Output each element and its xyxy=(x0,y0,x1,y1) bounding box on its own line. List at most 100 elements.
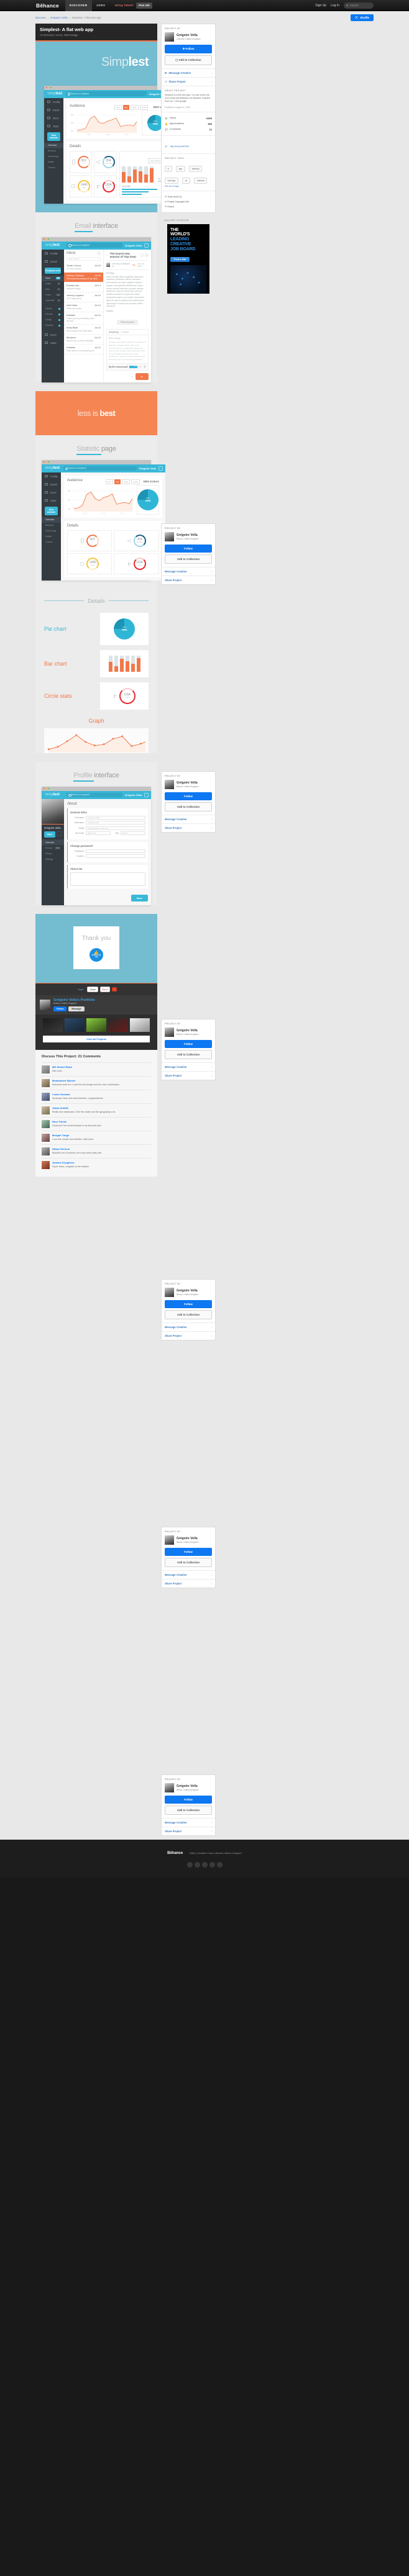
follow-button[interactable]: Follow xyxy=(165,792,212,800)
inbox-search-input[interactable]: Search inbox xyxy=(67,256,101,261)
add-to-collection-button[interactable]: ▢ Add to Collection xyxy=(165,55,212,65)
message-creative-link[interactable]: Message Creative › xyxy=(162,1570,215,1579)
minimize-dot-icon[interactable] xyxy=(48,87,50,88)
nav-tab-discover[interactable]: DISCOVER xyxy=(65,0,92,11)
range-selector[interactable]: hour day week month xyxy=(114,104,149,110)
reply-textarea[interactable]: Hello Jeremy, Tempore quo primis auspici… xyxy=(107,335,148,363)
field-email[interactable]: Email hello@gregoire-vella.com xyxy=(70,826,145,830)
stat-nav-email[interactable]: Email xyxy=(42,481,61,489)
app-nav-email[interactable]: Email xyxy=(44,106,63,114)
stat-nav-docs[interactable]: Docs xyxy=(42,489,61,497)
follow-button[interactable]: Follow xyxy=(165,544,212,553)
stat-subnav-custom[interactable]: Custom xyxy=(42,540,61,545)
thumbnail[interactable] xyxy=(86,1018,106,1033)
post-job-button[interactable]: Post Job xyxy=(136,2,152,9)
comment-author[interactable]: Nitzan Hermon xyxy=(52,1147,102,1150)
tab-forward[interactable]: Forward xyxy=(121,331,129,333)
avatar[interactable] xyxy=(42,1106,50,1115)
tab-answering[interactable]: Answering xyxy=(109,331,119,333)
short-link[interactable]: http://bit.ly/15HP54C xyxy=(170,145,190,148)
share-project-link[interactable]: Share Project › xyxy=(162,575,215,584)
label-family[interactable]: Family xyxy=(42,317,64,323)
save-button[interactable]: Save xyxy=(131,894,148,902)
avatar[interactable] xyxy=(42,1161,50,1170)
stat-subnav-overview[interactable]: Overview xyxy=(42,517,61,523)
tag-webapp[interactable]: web app xyxy=(165,177,178,184)
breadcrumb-item-discover[interactable]: Discover xyxy=(35,16,46,19)
message-creative-link[interactable]: Message Creative › xyxy=(162,814,215,823)
app-nav-stats[interactable]: Stats xyxy=(44,122,63,130)
facebook-icon[interactable] xyxy=(186,1861,193,1868)
stat-subnav-technology[interactable]: Technology xyxy=(42,528,61,534)
avatar[interactable] xyxy=(165,1027,174,1037)
owner-name[interactable]: Grégoire Vella xyxy=(177,1289,198,1293)
field-username[interactable]: Username Gregoirevella xyxy=(70,821,145,825)
avatar[interactable] xyxy=(42,1065,50,1074)
range-month[interactable]: month xyxy=(139,104,149,110)
star-icon[interactable]: ☆ xyxy=(106,253,109,256)
chevron-down-icon[interactable] xyxy=(97,251,101,255)
close-dot-icon[interactable] xyxy=(44,788,45,790)
share-project-link[interactable]: Share Project › xyxy=(162,1070,215,1080)
profile-nav-photos[interactable]: Photos xyxy=(42,851,64,856)
avatar[interactable] xyxy=(165,1287,174,1297)
avatar[interactable] xyxy=(165,32,174,42)
share-project-link[interactable]: Share Project › xyxy=(162,1826,215,1835)
plus-icon[interactable]: + xyxy=(112,987,117,992)
thumbnail[interactable] xyxy=(130,1018,150,1033)
add-to-collection-button[interactable]: Add to Collection xyxy=(165,1049,212,1059)
avatar[interactable] xyxy=(165,1783,174,1792)
twitter-icon[interactable] xyxy=(194,1861,200,1868)
stat-subnav-behavior[interactable]: Behavior xyxy=(42,523,61,528)
range-day[interactable]: day xyxy=(114,479,121,484)
gear-icon[interactable] xyxy=(144,243,149,248)
message-row[interactable]: Noël Vella Jul 13 Personal resume xyxy=(64,302,103,312)
app-subnav-behavior[interactable]: Behavior xyxy=(44,148,63,154)
ad-post-job-button[interactable]: Post a Job xyxy=(170,256,190,262)
add-to-collection-button[interactable]: Add to Collection xyxy=(165,1309,212,1319)
label-friends[interactable]: Friends xyxy=(42,312,64,317)
avatar[interactable] xyxy=(42,1147,50,1156)
message-row[interactable]: Behance Jul 12 Raj sent you a direct messa… xyxy=(64,335,103,345)
share-project-link[interactable]: Share Project › xyxy=(162,1578,215,1588)
rss-icon[interactable] xyxy=(216,1861,223,1868)
pinterest-icon[interactable] xyxy=(209,1861,215,1868)
folder-trash[interactable]: Trash 15 xyxy=(42,292,64,298)
comment-author[interactable]: Mohammed Sameer xyxy=(52,1079,120,1082)
message-row[interactable]: Eureka.com Jul 14 Interface design xyxy=(64,282,103,292)
search-input[interactable]: Search... xyxy=(344,2,374,9)
app-subnav-technology[interactable]: Technology xyxy=(44,154,63,160)
owner-name[interactable]: Grégoire Vella xyxy=(177,1784,198,1788)
follow-button[interactable]: Follow xyxy=(165,1299,212,1308)
folder-drafts[interactable]: Drafts 2 xyxy=(42,281,64,287)
label-clients[interactable]: Clients xyxy=(42,306,64,312)
message-creative-link[interactable]: ✉ Message Creative › xyxy=(162,68,215,77)
message-creative-link[interactable]: Message Creative › xyxy=(162,566,215,576)
owner-name[interactable]: Grégoire Vella xyxy=(177,1029,198,1033)
pinterest-button[interactable]: Pin it xyxy=(100,987,111,993)
tag-app[interactable]: app xyxy=(176,165,185,172)
maximize-dot-icon[interactable] xyxy=(50,87,52,88)
new-website-button[interactable]: New website xyxy=(47,132,60,141)
sign-up-link[interactable]: Sign Up xyxy=(315,4,326,7)
label-dribbble[interactable]: Dribbble xyxy=(42,323,64,328)
owner-name[interactable]: Grégoire Vella xyxy=(177,781,198,785)
folder-inbox[interactable]: Inbox 25 xyxy=(42,275,64,281)
portfolio-follow-button[interactable]: Follow xyxy=(53,1006,67,1012)
close-icon[interactable] xyxy=(145,253,149,257)
message-row[interactable]: Jeremy Clarkson Jul 15 The brand new seaso… xyxy=(64,272,103,282)
avatar[interactable] xyxy=(42,1079,50,1088)
tweet-button[interactable]: Tweet xyxy=(76,987,86,992)
avatar[interactable] xyxy=(42,1120,50,1129)
message-row[interactable]: Dribbble Jul 13 Thank you for purchasing a… xyxy=(64,312,103,325)
app-nav-docs[interactable]: Docs xyxy=(44,114,63,122)
range-hour[interactable]: hour xyxy=(106,479,113,484)
comment-author[interactable]: Lucas Gusmao xyxy=(52,1093,104,1096)
message-creative-link[interactable]: Message Creative › xyxy=(162,1817,215,1827)
tag-ui[interactable]: ui xyxy=(165,165,172,172)
shuffle-button[interactable]: Shuffle xyxy=(351,14,374,21)
profile-nav-settings[interactable]: Settings xyxy=(42,856,64,862)
portfolio-message-button[interactable]: Message xyxy=(68,1006,85,1012)
field-full-name[interactable]: Full name Grégoire Vella xyxy=(70,815,145,820)
range-month[interactable]: month xyxy=(131,479,140,484)
